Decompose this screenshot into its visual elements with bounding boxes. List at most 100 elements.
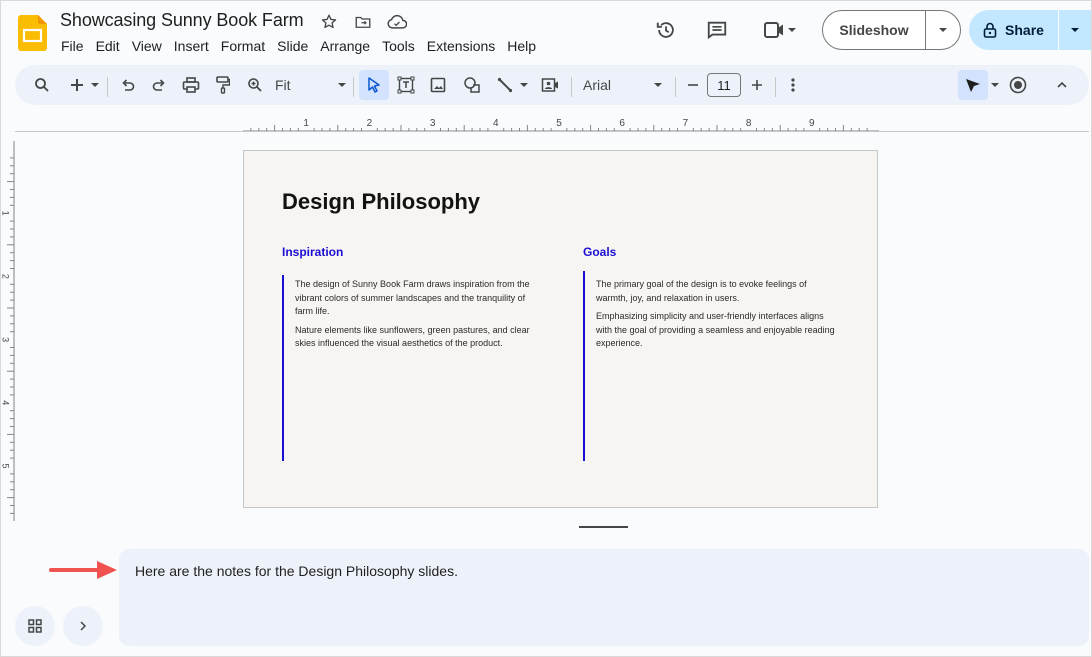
menu-arrange[interactable]: Arrange xyxy=(314,37,376,55)
notes-resize-handle[interactable] xyxy=(579,526,628,528)
pointer-mode-icon[interactable] xyxy=(958,70,988,100)
shape-icon[interactable] xyxy=(461,73,483,97)
ruler-label: 7 xyxy=(683,118,689,129)
goals-heading[interactable]: Goals xyxy=(583,245,616,259)
ruler-label: 1 xyxy=(1,211,11,216)
inspiration-accent-bar xyxy=(282,275,284,461)
share-label: Share xyxy=(1005,22,1044,38)
increase-font-size-icon[interactable] xyxy=(747,73,767,97)
menu-tools[interactable]: Tools xyxy=(376,37,421,55)
undo-icon[interactable] xyxy=(117,73,139,97)
plus-icon xyxy=(71,79,83,91)
share-dropdown[interactable] xyxy=(1059,10,1091,50)
goals-body[interactable]: The primary goal of the design is to evo… xyxy=(596,278,836,356)
ruler-label: 1 xyxy=(303,118,309,129)
inspiration-paragraph: The design of Sunny Book Farm draws insp… xyxy=(295,279,530,316)
cloud-saved-icon[interactable] xyxy=(387,12,407,32)
ruler-label: 5 xyxy=(1,463,11,468)
search-menus-icon[interactable] xyxy=(31,73,53,97)
ruler-label: 3 xyxy=(430,118,436,129)
pointer-mode-dropdown[interactable] xyxy=(989,73,1001,97)
menu-edit[interactable]: Edit xyxy=(90,37,126,55)
goals-accent-bar xyxy=(583,271,585,461)
ruler-label: 2 xyxy=(1,274,11,279)
toolbar: Fit Arial 11 xyxy=(15,65,1089,105)
menu-insert[interactable]: Insert xyxy=(168,37,215,55)
menu-help[interactable]: Help xyxy=(501,37,542,55)
lock-icon xyxy=(983,22,997,38)
document-title[interactable]: Showcasing Sunny Book Farm xyxy=(60,10,304,31)
ruler-label: 9 xyxy=(809,118,815,129)
line-icon xyxy=(497,77,513,93)
menu-bar: File Edit View Insert Format Slide Arran… xyxy=(55,37,542,55)
slideshow-button: Slideshow xyxy=(822,10,961,50)
ruler-label: 4 xyxy=(1,400,11,405)
caret-down-icon xyxy=(1071,28,1079,32)
new-slide-button[interactable] xyxy=(65,73,105,97)
collapse-toolbar-icon[interactable] xyxy=(1051,73,1073,97)
caret-down-icon xyxy=(654,83,662,87)
paint-format-icon[interactable] xyxy=(212,73,234,97)
more-options-icon[interactable] xyxy=(783,73,803,97)
redo-icon[interactable] xyxy=(148,73,170,97)
menu-format[interactable]: Format xyxy=(215,37,271,55)
menu-view[interactable]: View xyxy=(126,37,168,55)
inspiration-heading[interactable]: Inspiration xyxy=(282,245,343,259)
menu-file[interactable]: File xyxy=(55,37,90,55)
text-box-icon[interactable] xyxy=(395,73,417,97)
caret-down-icon xyxy=(788,28,796,32)
font-family-select[interactable]: Arial xyxy=(583,73,663,97)
slide-title[interactable]: Design Philosophy xyxy=(282,189,480,215)
ruler-divider xyxy=(15,131,1089,132)
vertical-ruler[interactable]: 1 2 3 4 5 xyxy=(1,141,15,521)
decrease-font-size-icon[interactable] xyxy=(683,73,703,97)
menu-slide[interactable]: Slide xyxy=(271,37,314,55)
goals-paragraph: Emphasizing simplicity and user-friendly… xyxy=(596,311,835,348)
version-history-icon[interactable] xyxy=(653,17,679,43)
zoom-value: Fit xyxy=(275,77,291,93)
chevron-right-icon xyxy=(80,621,87,631)
grid-view-button[interactable] xyxy=(15,606,55,646)
meet-call-button[interactable] xyxy=(758,17,802,43)
font-name: Arial xyxy=(583,77,612,93)
caret-down-icon xyxy=(991,83,999,87)
speaker-notes-text[interactable]: Here are the notes for the Design Philos… xyxy=(135,563,458,579)
grid-icon xyxy=(28,619,42,633)
record-icon[interactable] xyxy=(1007,73,1029,97)
goals-paragraph: The primary goal of the design is to evo… xyxy=(596,279,807,303)
select-tool-icon[interactable] xyxy=(359,70,389,100)
inspiration-body[interactable]: The design of Sunny Book Farm draws insp… xyxy=(295,278,535,356)
move-to-folder-icon[interactable] xyxy=(353,12,373,32)
caret-down-icon xyxy=(520,83,528,87)
ruler-label: 6 xyxy=(619,118,625,129)
ruler-label: 4 xyxy=(493,118,499,129)
comments-icon[interactable] xyxy=(704,17,730,43)
slide-canvas[interactable]: Design Philosophy Inspiration The design… xyxy=(243,150,878,508)
slideshow-start[interactable]: Slideshow xyxy=(823,11,926,49)
ruler-label: 8 xyxy=(746,118,752,129)
share-button: Share xyxy=(969,10,1091,50)
caret-down-icon xyxy=(939,28,947,32)
speaker-notes-panel[interactable]: Here are the notes for the Design Philos… xyxy=(119,549,1089,646)
inspiration-paragraph: Nature elements like sunflowers, green p… xyxy=(295,324,530,349)
zoom-select[interactable]: Fit xyxy=(275,73,347,97)
menu-extensions[interactable]: Extensions xyxy=(421,37,501,55)
slideshow-dropdown[interactable] xyxy=(926,11,960,49)
caret-down-icon xyxy=(91,83,99,87)
insert-video-icon[interactable] xyxy=(539,73,561,97)
caret-down-icon xyxy=(338,83,346,87)
ruler-label: 5 xyxy=(556,118,562,129)
insert-image-icon[interactable] xyxy=(427,73,449,97)
slides-logo[interactable] xyxy=(18,15,47,51)
share-main[interactable]: Share xyxy=(969,10,1059,50)
ruler-label: 2 xyxy=(367,118,373,129)
font-size-value[interactable]: 11 xyxy=(707,73,741,97)
expand-filmstrip-button[interactable] xyxy=(63,606,103,646)
line-tool-button[interactable] xyxy=(493,73,533,97)
ruler-label: 3 xyxy=(1,337,11,342)
star-icon[interactable] xyxy=(319,12,339,32)
font-size-input[interactable]: 11 xyxy=(707,73,741,97)
annotation-arrow-icon xyxy=(49,561,117,579)
zoom-icon[interactable] xyxy=(244,73,266,97)
print-icon[interactable] xyxy=(180,73,202,97)
